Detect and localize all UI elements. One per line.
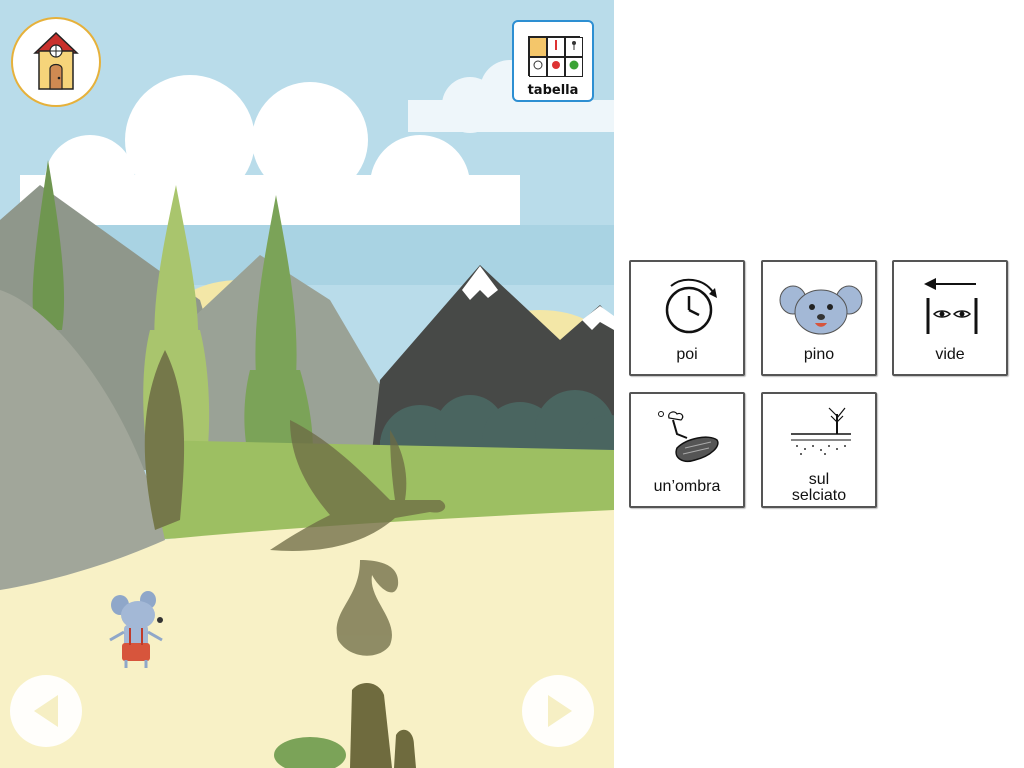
- symbol-card-pino[interactable]: pino: [761, 260, 877, 376]
- symbol-grid-icon: [528, 36, 583, 77]
- card-label: pino: [803, 346, 835, 363]
- triangle-right-icon: [548, 695, 572, 727]
- card-label-line1: sul: [808, 471, 830, 488]
- symbol-card-sul-selciato[interactable]: sul selciato: [761, 392, 877, 508]
- tabella-button[interactable]: tabella: [512, 20, 594, 102]
- scene-illustration: [0, 0, 614, 768]
- story-scene: tabella: [0, 0, 614, 768]
- house-icon: [33, 31, 79, 90]
- card-label: un’ombra: [653, 478, 721, 495]
- symbol-card-vide[interactable]: vide: [892, 260, 1008, 376]
- card-label-line2: selciato: [791, 487, 847, 504]
- symbol-card-poi[interactable]: poi: [629, 260, 745, 376]
- card-label: sul selciato: [765, 472, 873, 504]
- triangle-left-icon: [34, 695, 58, 727]
- symbol-card-un-ombra[interactable]: un’ombra: [629, 392, 745, 508]
- previous-page-button[interactable]: [10, 675, 82, 747]
- card-label: vide: [935, 346, 965, 363]
- home-button[interactable]: [11, 17, 101, 107]
- tabella-label: tabella: [527, 83, 579, 98]
- next-page-button[interactable]: [522, 675, 594, 747]
- card-label: poi: [676, 346, 698, 363]
